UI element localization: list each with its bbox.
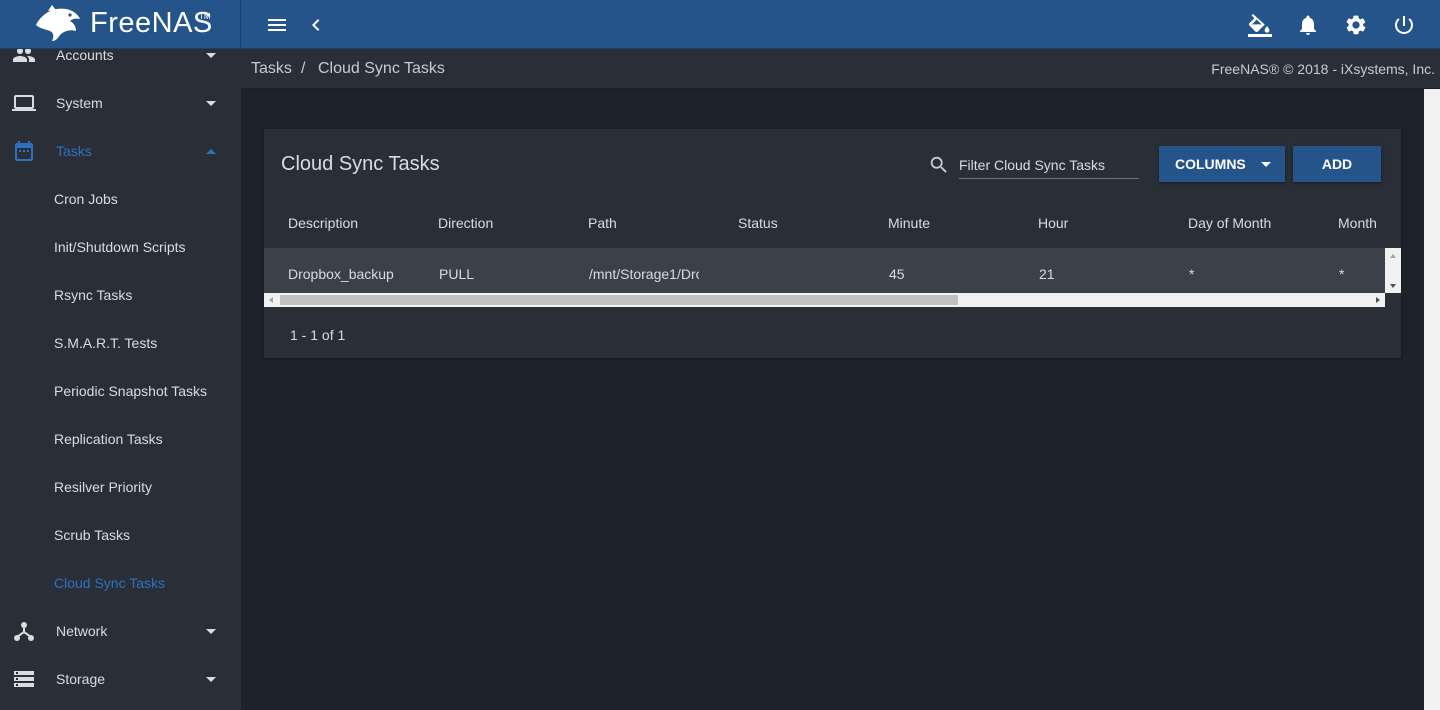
sidebar-item-label: System	[56, 95, 103, 111]
logo-text: FreeNAS	[90, 7, 213, 39]
collapse-sidebar-button[interactable]	[303, 12, 329, 38]
cell-day-of-month: *	[1189, 266, 1195, 282]
gear-icon	[1346, 15, 1366, 35]
sidebar-subitem-label: Cron Jobs	[54, 191, 118, 207]
cell-hour: 21	[1039, 266, 1055, 282]
cell-minute: 45	[889, 266, 905, 282]
top-bar: FreeNAS TM	[0, 0, 1440, 49]
table-header: Description Direction Path Status Minute…	[264, 198, 1401, 248]
sidebar-subitem-label: Scrub Tasks	[54, 527, 130, 543]
table-vertical-scrollbar[interactable]	[1385, 248, 1401, 293]
copyright-text: FreeNAS® © 2018 - iXsystems, Inc.	[1211, 61, 1435, 77]
scroll-left-arrow-icon[interactable]	[269, 297, 273, 303]
sidebar-subitem-cloud-sync-tasks[interactable]: Cloud Sync Tasks	[0, 559, 241, 607]
breadcrumb: Tasks / Cloud Sync Tasks FreeNAS® © 2018…	[241, 49, 1440, 89]
sidebar-subitem-replication-tasks[interactable]: Replication Tasks	[0, 415, 241, 463]
sidebar-item-label: Tasks	[56, 143, 92, 159]
cell-description: Dropbox_backup	[288, 266, 394, 282]
freenas-shark-logo-icon	[36, 5, 80, 41]
sidebar-subitem-label: Cloud Sync Tasks	[54, 575, 166, 591]
sidebar-subitem-scrub-tasks[interactable]: Scrub Tasks	[0, 511, 241, 559]
sidebar-subitem-label: Init/Shutdown Scripts	[54, 239, 186, 255]
sidebar-subitem-smart-tests[interactable]: S.M.A.R.T. Tests	[0, 319, 241, 367]
laptop-icon	[12, 95, 36, 111]
caret-down-icon	[1261, 162, 1271, 167]
column-header-day-of-month[interactable]: Day of Month	[1188, 215, 1271, 231]
bell-icon	[1300, 15, 1316, 35]
notifications-button[interactable]	[1295, 12, 1321, 38]
column-header-direction[interactable]: Direction	[438, 215, 493, 231]
cloud-sync-tasks-card: Cloud Sync Tasks COLUMNS ADD Description…	[264, 129, 1401, 358]
card-title: Cloud Sync Tasks	[281, 153, 440, 175]
calendar-icon	[15, 141, 33, 161]
breadcrumb-parent-link[interactable]: Tasks	[251, 60, 292, 78]
caret-down-icon	[206, 52, 216, 58]
horizontal-scroll-thumb[interactable]	[280, 295, 958, 305]
cell-month: *	[1339, 266, 1345, 282]
sidebar-item-label: Accounts	[56, 49, 114, 63]
paint-bucket-icon	[1248, 14, 1272, 37]
table-horizontal-scrollbar[interactable]	[264, 293, 1385, 307]
logo-trademark: TM	[199, 12, 211, 21]
caret-down-icon	[206, 676, 216, 682]
column-header-month[interactable]: Month	[1338, 215, 1377, 231]
filter-input[interactable]	[959, 151, 1139, 179]
sidebar: Accounts System Tasks Cron Jobs Init/Shu…	[0, 49, 241, 710]
cell-direction: PULL	[439, 266, 475, 282]
sidebar-item-storage[interactable]: Storage	[0, 655, 241, 703]
sidebar-subitem-periodic-snapshot-tasks[interactable]: Periodic Snapshot Tasks	[0, 367, 241, 415]
sidebar-item-system[interactable]: System	[0, 79, 241, 127]
search-icon	[930, 156, 947, 173]
scroll-right-arrow-icon[interactable]	[1376, 297, 1380, 303]
sidebar-subitem-label: S.M.A.R.T. Tests	[54, 335, 158, 351]
sidebar-subitem-init-shutdown-scripts[interactable]: Init/Shutdown Scripts	[0, 223, 241, 271]
group-icon	[13, 49, 35, 62]
column-header-hour[interactable]: Hour	[1038, 215, 1068, 231]
column-header-minute[interactable]: Minute	[888, 215, 930, 231]
scroll-up-arrow-icon[interactable]	[1390, 254, 1396, 258]
caret-down-icon	[206, 100, 216, 106]
sidebar-item-label: Network	[56, 623, 108, 639]
sidebar-subitem-label: Rsync Tasks	[54, 287, 133, 303]
column-header-description[interactable]: Description	[288, 215, 358, 231]
settings-button[interactable]	[1343, 12, 1369, 38]
sidebar-subitem-cron-jobs[interactable]: Cron Jobs	[0, 175, 241, 223]
sidebar-subitem-label: Periodic Snapshot Tasks	[54, 383, 208, 399]
sidebar-item-label: Storage	[56, 671, 106, 687]
columns-button[interactable]: COLUMNS	[1159, 146, 1285, 182]
columns-button-label: COLUMNS	[1175, 156, 1246, 172]
cell-path: /mnt/Storage1/Dropbox	[589, 266, 699, 282]
caret-down-icon	[206, 628, 216, 634]
chevron-left-icon	[312, 19, 320, 31]
breadcrumb-current: Cloud Sync Tasks	[318, 60, 445, 77]
menu-toggle-button[interactable]	[264, 12, 290, 38]
caret-up-icon	[206, 148, 216, 154]
sidebar-item-network[interactable]: Network	[0, 607, 241, 655]
column-header-path[interactable]: Path	[588, 215, 617, 231]
network-icon	[14, 622, 34, 641]
sidebar-subitem-resilver-priority[interactable]: Resilver Priority	[0, 463, 241, 511]
add-button[interactable]: ADD	[1293, 146, 1381, 182]
breadcrumb-separator: /	[301, 60, 306, 77]
theme-button[interactable]	[1247, 12, 1273, 38]
storage-icon	[14, 671, 34, 687]
table-row[interactable]: Dropbox_backup PULL /mnt/Storage1/Dropbo…	[264, 248, 1385, 293]
column-header-status[interactable]: Status	[738, 215, 778, 231]
power-button[interactable]	[1391, 12, 1417, 38]
pagination-text: 1 - 1 of 1	[290, 327, 346, 343]
page-scrollbar[interactable]	[1424, 89, 1440, 710]
scroll-down-arrow-icon[interactable]	[1390, 284, 1396, 288]
sidebar-subitem-label: Replication Tasks	[54, 431, 163, 447]
logo-area[interactable]: FreeNAS TM	[0, 0, 241, 49]
sidebar-item-accounts[interactable]: Accounts	[0, 49, 241, 79]
sidebar-subitem-label: Resilver Priority	[54, 479, 153, 495]
power-icon	[1395, 16, 1413, 34]
hamburger-menu-icon	[268, 19, 286, 31]
sidebar-item-tasks[interactable]: Tasks	[0, 127, 241, 175]
sidebar-subitem-rsync-tasks[interactable]: Rsync Tasks	[0, 271, 241, 319]
